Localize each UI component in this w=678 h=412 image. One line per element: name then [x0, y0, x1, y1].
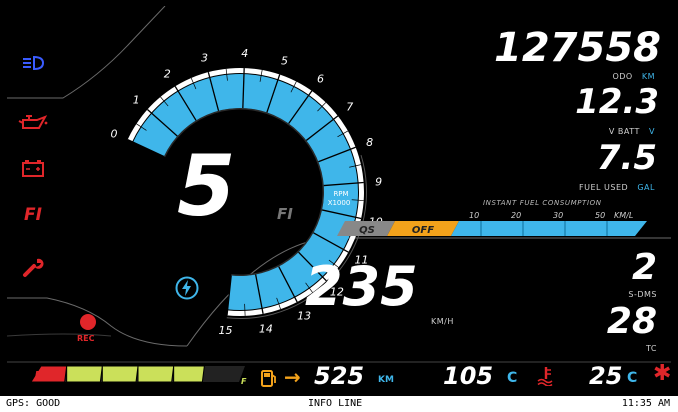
rpm-unit-label: RPM: [333, 190, 348, 198]
lightning-icon: [175, 276, 199, 300]
dashboard-screen: 0123456789101112131415 RPM X1000 5 FI FI: [0, 0, 678, 412]
odometer-label: ODO: [612, 72, 633, 81]
ambient-temp-value: 25: [589, 362, 623, 390]
fi-warning-light: FI: [24, 205, 42, 225]
fuel-gauge-segment: [66, 365, 103, 383]
battery-icon: [22, 160, 44, 177]
battery-voltage-label: V BATT: [608, 127, 640, 136]
fuel-full-label: F: [241, 377, 247, 386]
coolant-temp-icon: [537, 367, 553, 386]
tachometer-label: 14: [259, 323, 273, 336]
fuel-tick-20: 20: [511, 211, 522, 220]
speed-unit: KM/H: [431, 317, 454, 326]
tachometer-label: 8: [366, 136, 373, 149]
fuel-gauge-segment: [101, 365, 139, 383]
coolant-temp-value: 105: [443, 362, 494, 390]
ambient-temp-unit: C: [627, 370, 638, 386]
tachometer-label: 3: [201, 52, 208, 65]
fuel-tick-10: 10: [469, 211, 480, 220]
battery-voltage-units: V BATT V: [609, 127, 655, 136]
fuel-consumption-unit: KM/L: [614, 211, 634, 220]
fuel-used-units: FUEL USED GAL: [579, 183, 655, 192]
qs-state: OFF: [412, 225, 434, 236]
tachometer-label: 2: [164, 68, 171, 81]
fuel-tick-50: 50: [595, 211, 606, 220]
fuel-used-label: FUEL USED: [579, 183, 629, 192]
tachometer-label: 5: [281, 54, 288, 67]
rpm-multiplier-label: X1000: [328, 199, 351, 207]
range-arrow-icon: →: [284, 365, 301, 389]
dashboard-display: 0123456789101112131415 RPM X1000 5 FI FI: [7, 6, 671, 396]
fuel-used-value: 7.5: [596, 138, 657, 178]
frost-warning-icon: ✱: [653, 361, 671, 386]
tachometer-label: 7: [346, 101, 353, 114]
oil-can-icon: [18, 115, 48, 129]
gear-indicator: 5: [177, 137, 236, 235]
instant-fuel-bar: [451, 221, 647, 236]
dms-value: 2: [631, 247, 657, 288]
odometer-units: ODO KM: [612, 72, 655, 81]
fuel-gauge-segment: [173, 365, 205, 383]
tachometer-label: 0: [111, 127, 118, 140]
tachometer-label: 9: [375, 175, 382, 188]
gps-status: GPS: GOOD: [6, 398, 61, 409]
odometer-value: 127558: [494, 25, 661, 71]
fuel-pump-icon: [261, 370, 276, 387]
odometer-unit: KM: [641, 72, 655, 81]
coolant-temp-unit: C: [507, 370, 518, 386]
qs-label: QS: [359, 225, 375, 236]
fuel-gauge: E F: [30, 365, 247, 386]
fuel-used-unit: GAL: [637, 183, 655, 192]
headlight-icon: [23, 55, 44, 71]
battery-voltage-unit: V: [649, 127, 655, 136]
tachometer-label: 1: [133, 93, 140, 106]
speed-value: 235: [305, 255, 418, 318]
info-bar: GPS: GOOD INFO LINE 11:35 AM: [0, 396, 678, 412]
battery-voltage-value: 12.3: [575, 82, 659, 122]
range-unit: KM: [378, 375, 394, 385]
quickshifter-and-fuel-bar: QS OFF: [337, 221, 647, 236]
tachometer-label: 4: [241, 47, 248, 60]
wrench-icon: [23, 258, 44, 277]
clock: 11:35 AM: [621, 398, 670, 409]
instant-fuel-title: INSTANT FUEL CONSUMPTION: [483, 199, 602, 207]
info-line: INFO LINE: [308, 398, 363, 409]
rec-label: REC: [77, 334, 95, 343]
fi-gauge-label: FI: [277, 205, 293, 223]
dms-label: S-DMS: [628, 290, 657, 299]
rec-dot: [80, 314, 96, 330]
tachometer-label: 15: [218, 324, 232, 337]
traction-control-value: 28: [606, 301, 657, 342]
traction-control-label: TC: [645, 344, 657, 353]
fuel-gauge-segment: [137, 365, 175, 383]
fuel-tick-30: 30: [553, 211, 564, 220]
tachometer-label: 6: [317, 73, 324, 86]
fuel-empty-label: E: [35, 370, 41, 379]
range-value: 525: [314, 362, 365, 390]
